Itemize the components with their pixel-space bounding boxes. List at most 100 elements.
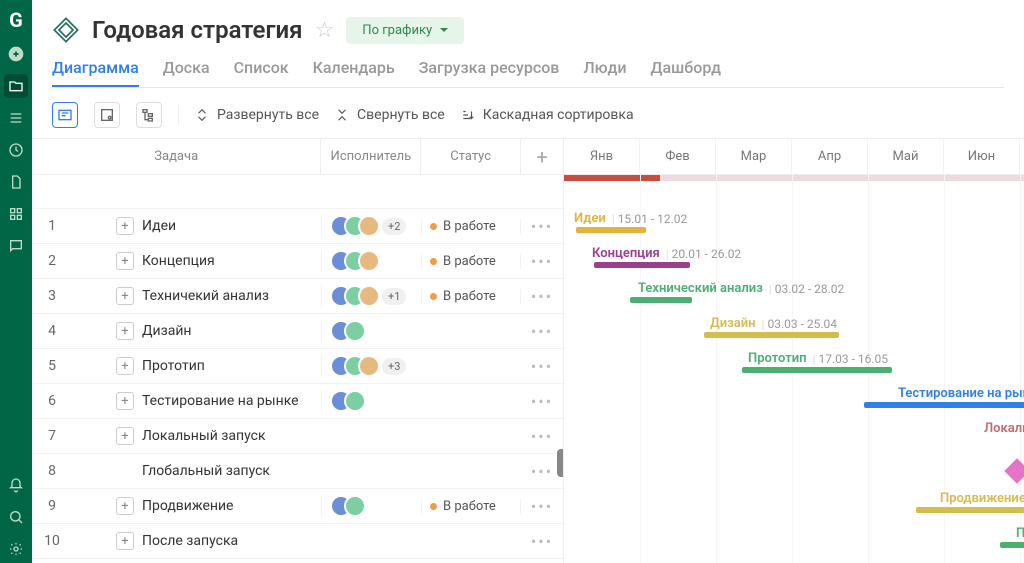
- milestone-icon[interactable]: [1004, 458, 1024, 483]
- task-row[interactable]: 4 + Дизайн •••: [32, 314, 563, 349]
- avatar-overflow: +3: [382, 358, 406, 375]
- row-more-button[interactable]: •••: [521, 532, 563, 551]
- task-row[interactable]: 8 Глобальный запуск •••: [32, 454, 563, 489]
- tab-list[interactable]: Список: [234, 58, 289, 87]
- gantt-bar[interactable]: [1000, 542, 1024, 548]
- gantt-bar[interactable]: [630, 297, 692, 303]
- gantt-row[interactable]: Продвижение: [564, 489, 1024, 524]
- nav-settings-icon[interactable]: [4, 537, 28, 561]
- row-more-button[interactable]: •••: [521, 392, 563, 411]
- add-column-button[interactable]: +: [521, 139, 563, 174]
- expand-button[interactable]: +: [116, 322, 134, 340]
- nav-time-icon[interactable]: [4, 138, 28, 162]
- tab-dashboard[interactable]: Дашборд: [651, 58, 722, 87]
- task-number: 9: [32, 498, 72, 514]
- expand-button[interactable]: +: [116, 392, 134, 410]
- task-row[interactable]: 9 + Продвижение В работе •••: [32, 489, 563, 524]
- task-name[interactable]: После запуска: [142, 533, 238, 549]
- assignee-cell[interactable]: [321, 495, 421, 517]
- task-row[interactable]: 5 + Прототип +3 •••: [32, 349, 563, 384]
- gantt-bar[interactable]: [594, 262, 690, 268]
- expand-button[interactable]: +: [116, 357, 134, 375]
- row-more-button[interactable]: •••: [521, 427, 563, 446]
- task-row[interactable]: 10 + После запуска •••: [32, 524, 563, 559]
- task-name[interactable]: Идеи: [142, 218, 176, 234]
- gantt-row[interactable]: Дизайн03.03 - 25.04: [564, 314, 1024, 349]
- row-more-button[interactable]: •••: [521, 497, 563, 516]
- assignee-cell[interactable]: +3: [321, 355, 421, 377]
- status-cell[interactable]: В работе: [421, 499, 521, 514]
- assignee-cell[interactable]: [321, 390, 421, 412]
- row-more-button[interactable]: •••: [521, 287, 563, 306]
- nav-doc-icon[interactable]: [4, 170, 28, 194]
- task-row[interactable]: 3 + Техничекий анализ +1 В работе •••: [32, 279, 563, 314]
- star-icon[interactable]: ☆: [315, 18, 335, 43]
- expand-all-button[interactable]: Развернуть все: [195, 107, 319, 123]
- tab-board[interactable]: Доска: [163, 58, 210, 87]
- task-name[interactable]: Техничекий анализ: [142, 288, 269, 304]
- task-row[interactable]: 7 + Локальный запуск •••: [32, 419, 563, 454]
- expand-button[interactable]: +: [116, 287, 134, 305]
- assignee-cell[interactable]: +2: [321, 215, 421, 237]
- task-name[interactable]: Глобальный запуск: [142, 463, 270, 479]
- assignee-cell[interactable]: [321, 250, 421, 272]
- gantt-bar[interactable]: [742, 367, 892, 373]
- tab-calendar[interactable]: Календарь: [313, 58, 395, 87]
- gantt-row[interactable]: [564, 454, 1024, 489]
- gantt-row[interactable]: После запуска: [564, 524, 1024, 559]
- task-name[interactable]: Локальный запуск: [142, 428, 266, 444]
- project-status-pill[interactable]: По графику: [346, 17, 464, 44]
- status-cell[interactable]: В работе: [421, 254, 521, 269]
- expand-button[interactable]: +: [116, 217, 134, 235]
- task-row[interactable]: 2 + Концепция В работе •••: [32, 244, 563, 279]
- task-row[interactable]: 1 + Идеи +2 В работе •••: [32, 209, 563, 244]
- gantt-bar[interactable]: [576, 227, 646, 233]
- expand-button[interactable]: +: [116, 252, 134, 270]
- gantt-row[interactable]: Тестирование на рынке: [564, 384, 1024, 419]
- gantt-row[interactable]: Прототип17.03 - 16.05: [564, 349, 1024, 384]
- assignee-cell[interactable]: +1: [321, 285, 421, 307]
- task-name[interactable]: Тестирование на рынке: [142, 393, 299, 409]
- gantt-row[interactable]: Технический анализ03.02 - 28.02: [564, 279, 1024, 314]
- expand-button[interactable]: +: [116, 532, 134, 550]
- toolbar-view1-icon[interactable]: [52, 102, 78, 128]
- row-more-button[interactable]: •••: [521, 252, 563, 271]
- row-more-button[interactable]: •••: [521, 357, 563, 376]
- assignee-cell[interactable]: [321, 320, 421, 342]
- expand-button[interactable]: +: [116, 427, 134, 445]
- collapse-pane-button[interactable]: ◁: [557, 449, 564, 477]
- task-name[interactable]: Концепция: [142, 253, 215, 269]
- nav-folder-icon[interactable]: [4, 74, 28, 98]
- expand-button[interactable]: +: [116, 497, 134, 515]
- toolbar-hierarchy-icon[interactable]: [136, 102, 162, 128]
- tab-resources[interactable]: Загрузка ресурсов: [419, 58, 560, 87]
- nav-bell-icon[interactable]: [4, 473, 28, 497]
- project-icon: [52, 16, 80, 44]
- nav-list-icon[interactable]: [4, 106, 28, 130]
- task-name[interactable]: Продвижение: [142, 498, 233, 514]
- task-name[interactable]: Дизайн: [142, 323, 192, 339]
- status-cell[interactable]: В работе: [421, 289, 521, 304]
- nav-add-icon[interactable]: [4, 42, 28, 66]
- nav-search-icon[interactable]: [4, 505, 28, 529]
- gantt-bar[interactable]: [864, 402, 1024, 408]
- nav-grid-icon[interactable]: [4, 202, 28, 226]
- gantt-bar[interactable]: [704, 332, 839, 338]
- toolbar-view2-icon[interactable]: [94, 102, 120, 128]
- gantt-row[interactable]: Локальный запуск: [564, 419, 1024, 454]
- task-row[interactable]: 6 + Тестирование на рынке •••: [32, 384, 563, 419]
- task-name[interactable]: Прототип: [142, 358, 205, 374]
- status-cell[interactable]: В работе: [421, 219, 521, 234]
- gantt-row[interactable]: Концепция20.01 - 26.02: [564, 244, 1024, 279]
- nav-chat-icon[interactable]: [4, 234, 28, 258]
- gantt-row[interactable]: Идеи15.01 - 12.02: [564, 209, 1024, 244]
- tab-people[interactable]: Люди: [583, 58, 626, 87]
- gantt-bar[interactable]: [916, 507, 1024, 513]
- month-header: Июн: [944, 139, 1020, 174]
- status-dot: [430, 258, 437, 265]
- tab-diagram[interactable]: Диаграмма: [52, 58, 139, 87]
- collapse-all-button[interactable]: Свернуть все: [335, 107, 445, 123]
- row-more-button[interactable]: •••: [521, 217, 563, 236]
- cascade-sort-button[interactable]: Каскадная сортировка: [461, 107, 634, 123]
- row-more-button[interactable]: •••: [521, 322, 563, 341]
